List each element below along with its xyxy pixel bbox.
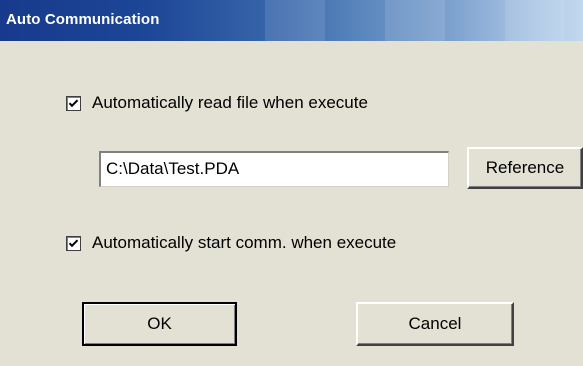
file-path-field[interactable]: C:\Data\Test.PDA: [99, 151, 449, 187]
reference-button[interactable]: Reference: [467, 147, 583, 189]
window-title: Auto Communication: [6, 11, 160, 28]
cancel-button[interactable]: Cancel: [356, 302, 514, 346]
title-bar[interactable]: Auto Communication: [0, 0, 583, 41]
start-comm-option[interactable]: Automatically start comm. when execute: [66, 232, 396, 254]
auto-communication-dialog: Auto Communication Automatically read fi…: [0, 0, 583, 366]
read-file-option[interactable]: Automatically read file when execute: [66, 92, 368, 114]
checkmark-icon: [68, 98, 79, 107]
read-file-checkbox[interactable]: [66, 95, 81, 111]
start-comm-label[interactable]: Automatically start comm. when execute: [92, 233, 396, 253]
checkmark-icon: [68, 238, 79, 247]
title-bar-gradient: [205, 0, 583, 41]
read-file-label[interactable]: Automatically read file when execute: [92, 93, 368, 113]
start-comm-checkbox[interactable]: [66, 235, 81, 251]
ok-button[interactable]: OK: [82, 302, 237, 346]
